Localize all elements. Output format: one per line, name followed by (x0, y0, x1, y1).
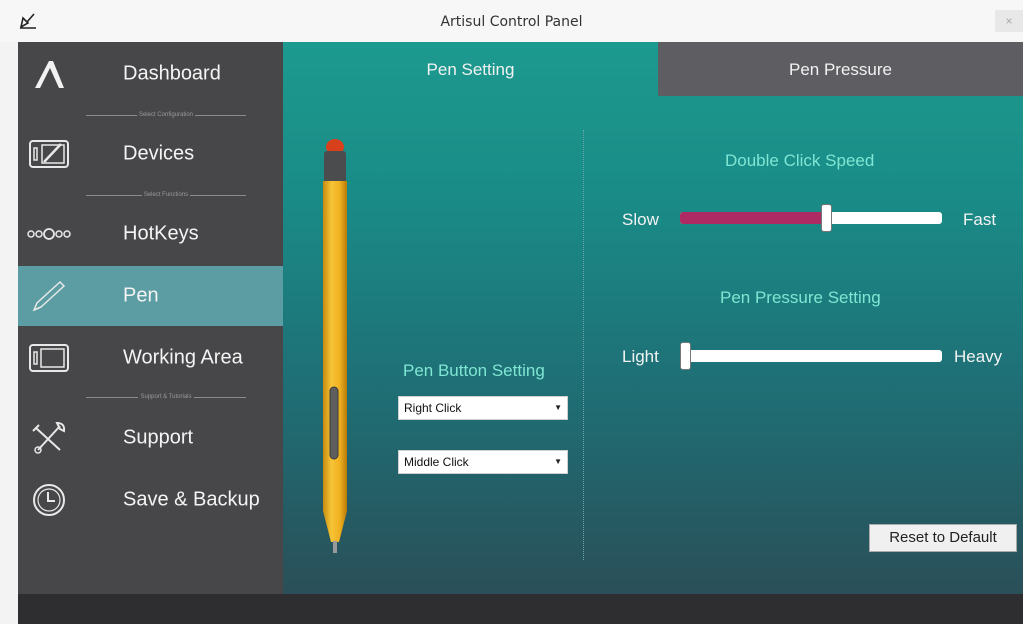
dropdown-value: Right Click (404, 401, 462, 415)
sidebar-item-label: Save & Backup (123, 488, 260, 511)
pen-pressure-setting-title: Pen Pressure Setting (720, 288, 881, 307)
heavy-label: Heavy (954, 347, 1003, 366)
slider-thumb[interactable] (680, 342, 691, 370)
reset-to-default-button[interactable]: Reset to Default (869, 524, 1017, 552)
sidebar-item-label: HotKeys (123, 222, 199, 245)
sidebar-item-support[interactable]: Support (18, 408, 283, 468)
title-bar: Artisul Control Panel × (0, 0, 1023, 42)
close-button[interactable]: × (995, 10, 1023, 32)
dropdown-value: Middle Click (404, 455, 469, 469)
sidebar-item-label: Dashboard (123, 62, 221, 85)
separator-support: Support & Tutorials (86, 392, 246, 402)
slider-fill (680, 212, 827, 224)
lower-button-dropdown[interactable]: Middle Click ▼ (398, 450, 568, 474)
pen-pressure-slider[interactable] (680, 342, 942, 370)
bottom-bar (18, 594, 1023, 624)
separator-functions: Select Functions (86, 190, 246, 200)
working-area-icon (26, 338, 72, 378)
control-panel-window: Artisul Control Panel × Dashboard Select… (0, 0, 1023, 624)
sidebar-item-save-backup[interactable]: Save & Backup (18, 470, 283, 530)
tab-pen-pressure[interactable]: Pen Pressure (658, 42, 1023, 96)
sidebar-item-label: Pen (123, 284, 159, 307)
sidebar-item-working-area[interactable]: Working Area (18, 328, 283, 388)
fast-label: Fast (963, 210, 997, 229)
clock-icon (26, 480, 72, 520)
pen-icon (26, 276, 72, 316)
chevron-down-icon: ▼ (554, 403, 562, 412)
slow-label: Slow (622, 210, 659, 229)
sidebar-item-dashboard[interactable]: Dashboard (18, 44, 283, 104)
main-panel: Pen Setting Pen Pressure Pen Button Sett… (283, 42, 1023, 594)
hotkeys-icon (26, 214, 72, 254)
tools-icon (26, 418, 72, 458)
pen-illustration (323, 139, 347, 553)
sidebar: Dashboard Select Configuration Devices S… (18, 42, 283, 594)
sidebar-item-label: Support (123, 426, 194, 449)
section-divider (583, 130, 584, 560)
pen-button-setting-title: Pen Button Setting (403, 361, 545, 380)
window-title: Artisul Control Panel (440, 14, 583, 30)
sidebar-item-label: Working Area (123, 346, 243, 369)
slider-thumb[interactable] (821, 204, 832, 232)
light-label: Light (622, 347, 659, 366)
tablet-icon (26, 134, 72, 174)
upper-button-dropdown[interactable]: Right Click ▼ (398, 396, 568, 420)
double-click-speed-slider[interactable] (680, 204, 942, 232)
artisul-logo-icon (26, 54, 72, 94)
sidebar-item-hotkeys[interactable]: HotKeys (18, 204, 283, 264)
chevron-down-icon: ▼ (554, 457, 562, 466)
sidebar-item-pen[interactable]: Pen (18, 266, 283, 326)
sidebar-item-label: Devices (123, 142, 195, 165)
separator-configuration: Select Configuration (86, 110, 246, 120)
double-click-speed-title: Double Click Speed (725, 151, 875, 170)
tab-pen-setting[interactable]: Pen Setting (283, 42, 658, 96)
sidebar-item-devices[interactable]: Devices (18, 124, 283, 184)
